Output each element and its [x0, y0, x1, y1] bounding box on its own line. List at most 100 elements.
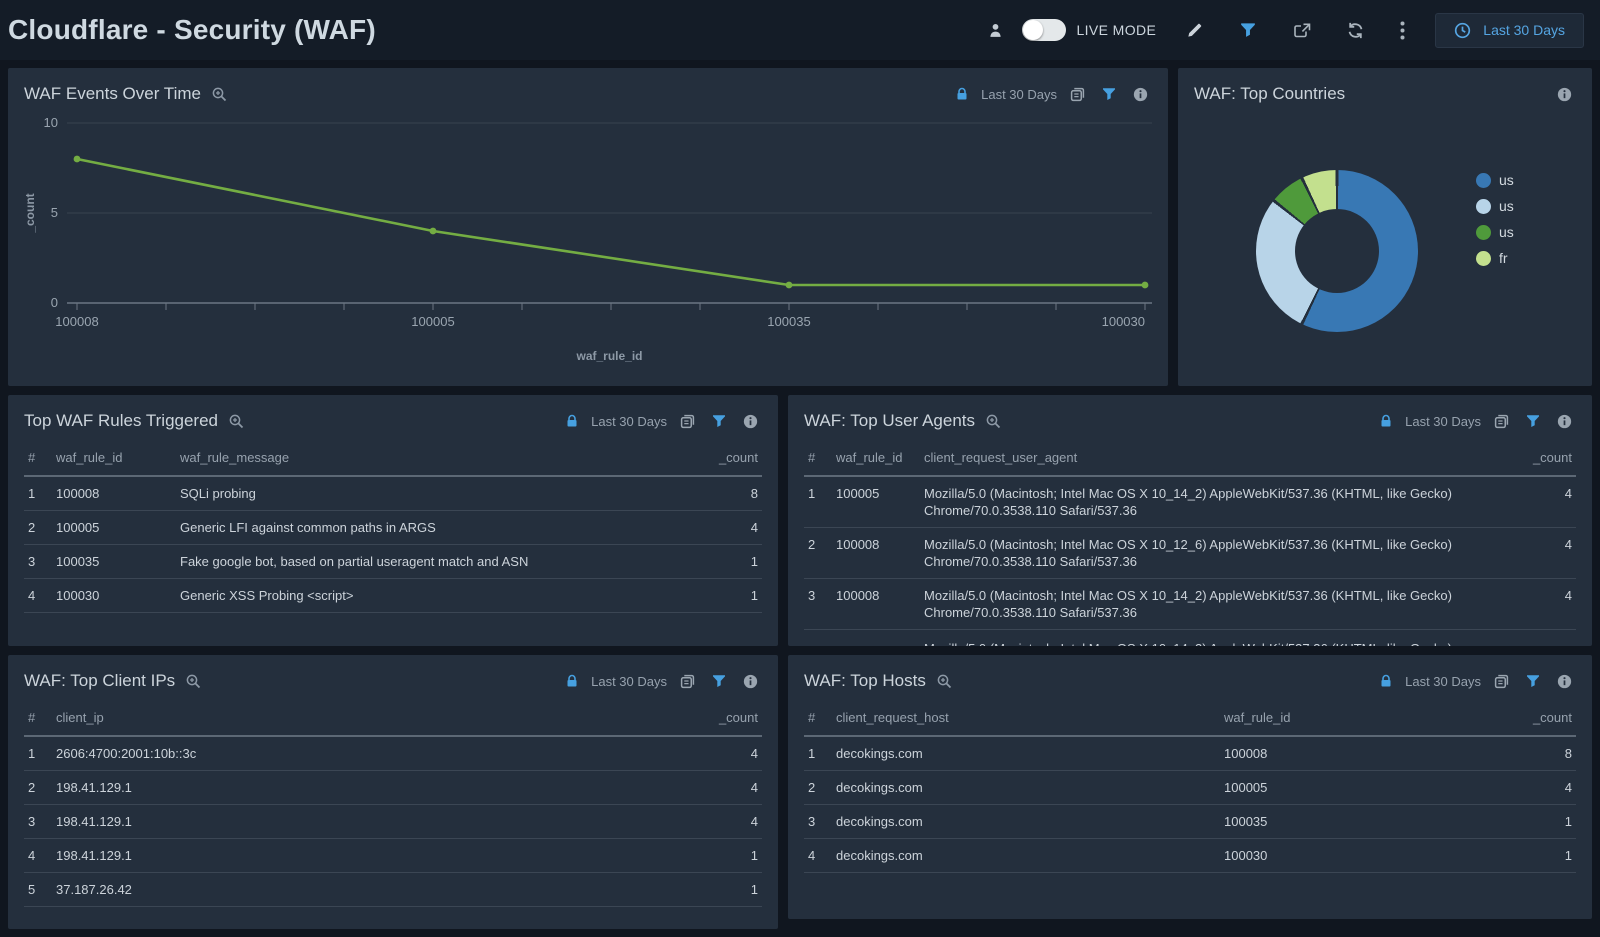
table-cell: 100035 [1220, 805, 1506, 839]
column-header[interactable]: # [804, 441, 832, 476]
legend-item[interactable]: fr [1476, 250, 1514, 266]
copy-icon[interactable] [676, 410, 699, 433]
refresh-icon[interactable] [1343, 18, 1368, 43]
countries-donut-chart[interactable] [1256, 170, 1418, 332]
x-tick-label: 100030 [1102, 314, 1145, 329]
column-header[interactable]: waf_rule_id [52, 441, 176, 476]
column-header[interactable]: waf_rule_id [1220, 701, 1506, 736]
table-cell: Mozilla/5.0 (Macintosh; Intel Mac OS X 1… [920, 579, 1524, 630]
user-icon[interactable] [983, 18, 1008, 43]
copy-icon[interactable] [1066, 83, 1089, 106]
panel-time-range[interactable]: Last 30 Days [1405, 414, 1481, 429]
copy-icon[interactable] [1490, 410, 1513, 433]
column-header[interactable]: client_request_user_agent [920, 441, 1524, 476]
live-mode-toggle[interactable] [1022, 19, 1066, 41]
data-point [74, 156, 81, 163]
zoom-in-icon[interactable] [933, 670, 956, 693]
lock-icon[interactable] [1376, 670, 1396, 692]
y-tick-label: 5 [51, 205, 58, 220]
table-cell: SQLi probing [176, 476, 692, 511]
table-cell: 4 [24, 839, 52, 873]
legend-item[interactable]: us [1476, 172, 1514, 188]
panel-time-range[interactable]: Last 30 Days [591, 414, 667, 429]
info-icon[interactable] [739, 670, 762, 693]
zoom-in-icon[interactable] [225, 410, 248, 433]
lock-icon[interactable] [952, 83, 972, 105]
table-cell: Generic XSS Probing <script> [176, 579, 692, 613]
waf-events-line-chart[interactable]: 0510100008100005100035100030waf_rule_id_… [24, 108, 1152, 380]
table-cell: 100008 [1220, 736, 1506, 771]
table-cell: 3 [804, 579, 832, 630]
info-icon[interactable] [1553, 670, 1576, 693]
filter-icon[interactable] [1522, 670, 1544, 692]
app-header: Cloudflare - Security (WAF) LIVE MODE [0, 0, 1600, 60]
time-range-button[interactable]: Last 30 Days [1435, 13, 1584, 48]
column-header[interactable]: # [24, 441, 52, 476]
table-cell: 1 [692, 545, 762, 579]
table-row: 2198.41.129.14 [24, 771, 762, 805]
table-cell: 100005 [1220, 771, 1506, 805]
table-cell: 1 [24, 736, 52, 771]
column-header[interactable]: client_ip [52, 701, 692, 736]
panel-time-range[interactable]: Last 30 Days [1405, 674, 1481, 689]
table-cell: 4 [24, 579, 52, 613]
zoom-in-icon[interactable] [982, 410, 1005, 433]
legend-item[interactable]: us [1476, 198, 1514, 214]
column-header[interactable]: waf_rule_message [176, 441, 692, 476]
table-row: 12606:4700:2001:10b::3c4 [24, 736, 762, 771]
legend-item[interactable]: us [1476, 224, 1514, 240]
toggle-knob [1023, 20, 1043, 40]
panel-time-range[interactable]: Last 30 Days [981, 87, 1057, 102]
column-header[interactable]: client_request_host [832, 701, 1220, 736]
column-header[interactable]: _count [692, 441, 762, 476]
column-header[interactable]: _count [1506, 701, 1576, 736]
lock-icon[interactable] [562, 410, 582, 432]
lock-icon[interactable] [1376, 410, 1396, 432]
info-icon[interactable] [1553, 83, 1576, 106]
info-icon[interactable] [1129, 83, 1152, 106]
filter-icon[interactable] [708, 410, 730, 432]
copy-icon[interactable] [676, 670, 699, 693]
legend-label: us [1499, 224, 1514, 240]
x-tick-label: 100005 [411, 314, 454, 329]
table-row: 4198.41.129.11 [24, 839, 762, 873]
panel-waf-top-hosts: WAF: Top Hosts Last 30 Days #client_requ… [788, 655, 1592, 919]
copy-icon[interactable] [1490, 670, 1513, 693]
table-cell: 100005 [832, 476, 920, 528]
filter-icon[interactable] [1098, 83, 1120, 105]
zoom-in-icon[interactable] [182, 670, 205, 693]
info-icon[interactable] [739, 410, 762, 433]
table-cell: 2 [24, 511, 52, 545]
table-row: 3decokings.com1000351 [804, 805, 1576, 839]
lock-icon[interactable] [562, 670, 582, 692]
column-header[interactable]: # [804, 701, 832, 736]
zoom-in-icon[interactable] [208, 83, 231, 106]
table-cell: 1 [1506, 839, 1576, 873]
data-point [1142, 282, 1149, 289]
panel-time-range[interactable]: Last 30 Days [591, 674, 667, 689]
table-row: 3198.41.129.14 [24, 805, 762, 839]
x-tick-label: 100008 [55, 314, 98, 329]
column-header[interactable]: # [24, 701, 52, 736]
table-cell: 4 [804, 839, 832, 873]
edit-pencil-icon[interactable] [1182, 18, 1207, 43]
column-header[interactable]: _count [1524, 441, 1576, 476]
panel-title: WAF: Top Countries [1194, 84, 1345, 104]
share-icon[interactable] [1289, 18, 1315, 43]
y-tick-label: 0 [51, 295, 58, 310]
table-cell: 1 [692, 839, 762, 873]
table-cell: decokings.com [832, 771, 1220, 805]
filter-icon[interactable] [1522, 410, 1544, 432]
table-cell: 2 [24, 771, 52, 805]
table-cell: 2 [804, 771, 832, 805]
column-header[interactable]: _count [692, 701, 762, 736]
table-cell: 100008 [832, 528, 920, 579]
filter-icon[interactable] [1235, 18, 1261, 42]
filter-icon[interactable] [708, 670, 730, 692]
column-header[interactable]: waf_rule_id [832, 441, 920, 476]
x-axis-title: waf_rule_id [575, 349, 642, 363]
legend-label: fr [1499, 250, 1508, 266]
kebab-menu-icon[interactable] [1396, 17, 1409, 44]
table-row: 1100005Mozilla/5.0 (Macintosh; Intel Mac… [804, 476, 1576, 528]
info-icon[interactable] [1553, 410, 1576, 433]
